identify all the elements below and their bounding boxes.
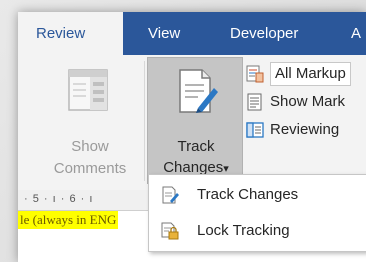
ribbon-tab-bar: Review View Developer A <box>18 12 366 55</box>
group-separator <box>144 61 145 181</box>
track-changes-icon <box>179 69 218 113</box>
show-markup-label: Show Mark <box>270 93 346 110</box>
lock-tracking-icon <box>161 222 179 240</box>
tab-view[interactable]: View <box>148 12 180 55</box>
all-markup-text: All Markup <box>270 62 351 86</box>
ruler-marks: · 5 · ı · 6 · ı <box>24 193 94 205</box>
show-comments-label-line2: Comments <box>53 160 127 177</box>
tab-developer[interactable]: Developer <box>230 12 298 55</box>
menu-item-track-changes[interactable]: Track Changes <box>149 177 366 213</box>
ribbon: Show Comments Track Changes▾ All Markup … <box>18 55 366 191</box>
reviewing-pane-label: Reviewing <box>270 121 340 138</box>
menu-item-track-changes-label: Track Changes <box>197 186 299 203</box>
show-comments-icon <box>68 69 108 111</box>
tab-developer-label: Developer <box>230 25 299 42</box>
word-window: Review View Developer A Show Comments Tr… <box>18 12 366 262</box>
menu-item-lock-tracking[interactable]: Lock Tracking <box>149 213 366 249</box>
track-changes-label-line1: Track <box>177 138 215 155</box>
track-changes-icon <box>162 186 179 204</box>
show-comments-label-line1: Show <box>71 138 109 155</box>
tab-review-label: Review <box>36 25 86 42</box>
document-highlighted-text: le (always in ENG <box>18 211 119 229</box>
show-comments-button[interactable]: Show Comments <box>40 57 140 183</box>
display-for-review-icon <box>246 65 264 83</box>
tab-add-ins[interactable]: A <box>351 12 361 55</box>
track-changes-button[interactable]: Track Changes▾ <box>147 57 243 184</box>
tab-view-label: View <box>148 25 181 42</box>
tab-add-ins-label: A <box>351 25 362 42</box>
screenshot-frame: Review View Developer A Show Comments Tr… <box>0 0 366 262</box>
menu-item-lock-tracking-label: Lock Tracking <box>197 222 290 239</box>
show-markup-icon <box>247 93 262 111</box>
track-changes-menu: Track Changes Lock Tracking <box>148 174 366 252</box>
reviewing-pane-icon <box>246 122 264 138</box>
tab-review[interactable]: Review <box>18 12 123 55</box>
